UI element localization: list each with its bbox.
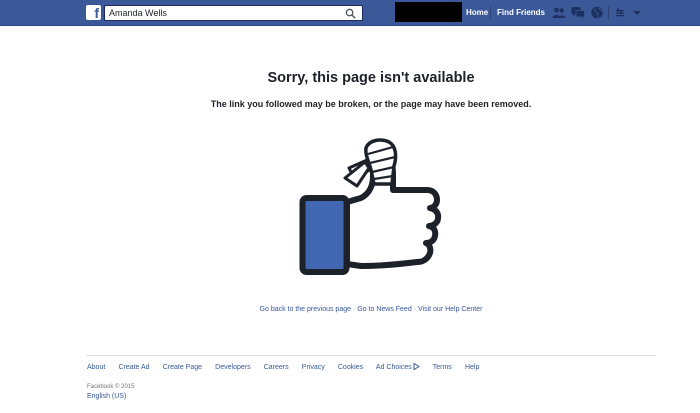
language-link[interactable]: English (US) — [87, 393, 126, 400]
redacted-profile-area — [395, 2, 462, 22]
search-input[interactable] — [105, 6, 340, 20]
footer-link-create-page[interactable]: Create Page — [163, 364, 202, 371]
friend-requests-icon[interactable] — [552, 6, 566, 19]
footer-divider — [86, 355, 656, 356]
page-subtitle: The link you followed may be broken, or … — [210, 99, 532, 109]
footer-link-careers[interactable]: Careers — [264, 364, 289, 371]
ad-choices-label: Ad Choices — [375, 364, 412, 371]
bandaged-thumbs-up-icon — [299, 138, 442, 275]
facebook-logo[interactable]: f — [86, 5, 101, 20]
link-separator: · — [352, 306, 356, 313]
messages-icon[interactable] — [571, 6, 585, 19]
footer-link-developers[interactable]: Developers — [215, 364, 250, 371]
footer-link-about[interactable]: About — [87, 364, 105, 371]
recovery-links: Go back to the previous page · Go to New… — [0, 306, 700, 313]
account-settings-icon[interactable] — [631, 8, 643, 18]
find-friends-link[interactable]: Find Friends — [497, 8, 545, 17]
top-navigation-bar: f Home Find Friends — [0, 0, 700, 26]
link-separator: · — [413, 306, 417, 313]
ad-choices-icon — [413, 363, 420, 370]
home-link[interactable]: Home — [466, 8, 488, 17]
footer-link-terms[interactable]: Terms — [433, 364, 452, 371]
footer-link-create-ad[interactable]: Create Ad — [118, 364, 149, 371]
search-box[interactable] — [104, 5, 363, 21]
footer-links: About Create Ad Create Page Developers C… — [87, 363, 491, 371]
copyright-text: Facebook © 2015 — [87, 384, 135, 390]
search-icon[interactable] — [345, 8, 356, 19]
footer-link-ad-choices[interactable]: Ad Choices — [375, 363, 420, 371]
footer-link-cookies[interactable]: Cookies — [338, 364, 363, 371]
nav-divider — [490, 6, 491, 19]
notifications-icon[interactable] — [590, 6, 604, 19]
nav-divider — [608, 6, 609, 19]
footer-link-help[interactable]: Help — [465, 364, 479, 371]
help-center-link[interactable]: Visit our Help Center — [418, 306, 482, 313]
news-feed-link[interactable]: Go to News Feed — [357, 306, 411, 313]
page-title: Sorry, this page isn't available — [267, 70, 475, 86]
go-back-link[interactable]: Go back to the previous page — [260, 306, 351, 313]
footer-link-privacy[interactable]: Privacy — [302, 364, 325, 371]
